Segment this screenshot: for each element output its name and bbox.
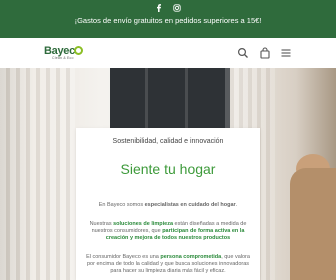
menu-icon[interactable] bbox=[280, 47, 292, 59]
bayeco-logo[interactable]: Bayec Clean & Eco bbox=[44, 45, 86, 61]
logo-tagline: Clean & Eco bbox=[52, 56, 74, 60]
curtain-left bbox=[0, 68, 75, 280]
shipping-promo-text: ¡Gastos de envío gratuitos en pedidos su… bbox=[74, 16, 262, 25]
p3-text: El consumidor Bayeco es una bbox=[86, 254, 161, 260]
instagram-icon[interactable] bbox=[173, 4, 181, 12]
social-links bbox=[0, 4, 336, 14]
intro-kicker: Sostenibilidad, calidad e innovación bbox=[112, 138, 224, 145]
bag-icon[interactable] bbox=[259, 47, 271, 59]
p1-end: . bbox=[235, 202, 238, 208]
intro-paragraph-1: En Bayeco somos especialistas en cuidado… bbox=[82, 202, 254, 209]
p2-strong-1: soluciones de limpieza bbox=[113, 221, 174, 227]
p3-strong: persona comprometida bbox=[160, 254, 222, 260]
logo-o-mark bbox=[74, 46, 83, 55]
nav-actions bbox=[232, 47, 292, 65]
hero-person-body bbox=[290, 168, 336, 280]
main-navbar: Bayec Clean & Eco bbox=[0, 38, 336, 69]
intro-paragraph-3: El consumidor Bayeco es una persona comp… bbox=[82, 254, 254, 275]
p2-text: Nuestras bbox=[89, 221, 114, 227]
search-icon[interactable] bbox=[237, 47, 249, 59]
intro-card: Sostenibilidad, calidad e innovación Sie… bbox=[76, 128, 260, 280]
intro-headline: Siente tu hogar bbox=[120, 161, 216, 177]
p1-strong: especialistas en cuidado del hogar bbox=[144, 202, 236, 208]
p1-text: En Bayeco somos bbox=[98, 202, 145, 208]
intro-paragraph-2: Nuestras soluciones de limpieza están di… bbox=[82, 221, 254, 242]
facebook-icon[interactable] bbox=[155, 4, 163, 12]
promo-bar: ¡Gastos de envío gratuitos en pedidos su… bbox=[0, 0, 336, 38]
